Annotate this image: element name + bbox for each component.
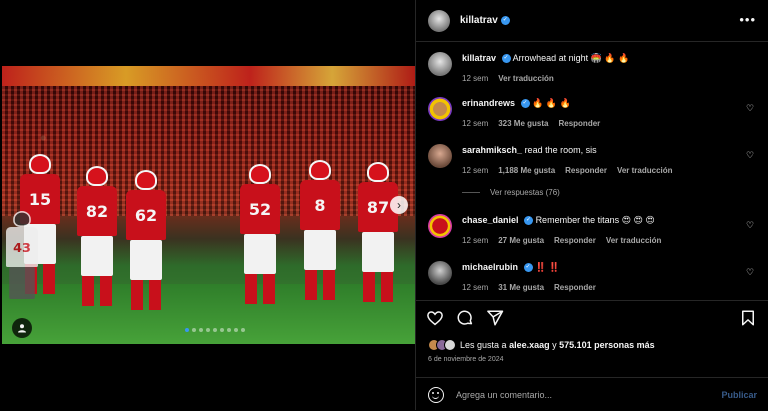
emoji-icon[interactable]	[428, 386, 444, 403]
carousel-dot	[199, 328, 203, 332]
actions-section: Les gusta a alee.xaag y 575.101 personas…	[416, 300, 768, 410]
post-media: 15 82 62 52 8 87 43 ›	[0, 0, 415, 410]
carousel-dot	[241, 328, 245, 332]
carousel-dot	[220, 328, 224, 332]
comment-likes[interactable]: 27 Me gusta	[498, 236, 544, 245]
next-arrow-icon[interactable]: ›	[390, 196, 408, 214]
comment-likes[interactable]: 1,188 Me gusta	[498, 166, 555, 175]
post-date[interactable]: 6 de noviembre de 2024	[428, 356, 504, 363]
comment-time[interactable]: 12 sem	[462, 119, 488, 128]
jersey-number: 43	[6, 227, 38, 267]
reply-button[interactable]: Responder	[558, 119, 600, 128]
comment-text: ‼️ ‼️	[535, 262, 560, 272]
heart-icon[interactable]: ♡	[746, 150, 756, 160]
carousel-dot	[206, 328, 210, 332]
reply-button[interactable]: Responder	[554, 283, 596, 292]
post-photo[interactable]: 15 82 62 52 8 87 43	[2, 66, 415, 344]
reply-button[interactable]: Responder	[565, 166, 607, 175]
carousel-dots	[185, 328, 245, 332]
avatar[interactable]	[428, 9, 450, 32]
heart-icon[interactable]: ♡	[746, 220, 756, 230]
comment-text: Remember the titans 😍 😍 😍	[535, 215, 655, 225]
comment-icon[interactable]	[456, 309, 474, 329]
jersey-number: 82	[77, 186, 117, 236]
publish-button[interactable]: Publicar	[721, 390, 757, 400]
comment-text: 🔥 🔥 🔥	[532, 98, 571, 108]
comment-time[interactable]: 12 sem	[462, 236, 488, 245]
player: 8	[300, 160, 340, 310]
comment-form: Publicar	[416, 377, 768, 411]
avatar[interactable]	[428, 97, 452, 121]
avatar[interactable]	[428, 214, 452, 238]
caption-text: Arrowhead at night 🏟️ 🔥 🔥	[512, 53, 630, 63]
likes-user[interactable]: alee.xaag	[509, 340, 550, 350]
likes-prefix: Les gusta a	[460, 340, 507, 350]
translate-link[interactable]: Ver traducción	[498, 74, 554, 83]
share-icon[interactable]	[486, 309, 504, 329]
player: 62	[126, 170, 166, 320]
reply-button[interactable]: Responder	[554, 236, 596, 245]
carousel-dot	[234, 328, 238, 332]
author-username[interactable]: killatrav	[460, 15, 498, 26]
comment-input[interactable]	[456, 389, 722, 400]
likes-middle: y	[552, 340, 557, 350]
comment-likes[interactable]: 31 Me gusta	[498, 283, 544, 292]
caption-username[interactable]: killatrav	[462, 53, 496, 63]
jersey-number: 52	[240, 184, 280, 234]
verified-icon: ✓	[524, 216, 534, 226]
avatar[interactable]	[428, 52, 452, 76]
player: 52	[240, 164, 280, 314]
translate-link[interactable]: Ver traducción	[617, 166, 673, 175]
translate-link[interactable]: Ver traducción	[606, 236, 662, 245]
likes-count[interactable]: 575.101 personas más	[559, 340, 655, 350]
verified-icon: ✓	[500, 16, 510, 25]
carousel-dot	[213, 328, 217, 332]
comment-text: read the room, sis	[524, 145, 597, 155]
heart-icon[interactable]: ♡	[746, 267, 756, 277]
comment-username[interactable]: michaelrubin	[462, 262, 518, 272]
comment-time[interactable]: 12 sem	[462, 166, 488, 175]
post-panel: killatrav ✓ ••• killatrav ✓ Arrowhead at…	[415, 0, 768, 410]
verified-icon: ✓	[501, 54, 511, 64]
player: 82	[77, 166, 117, 316]
comment-username[interactable]: chase_daniel	[462, 215, 519, 225]
view-replies[interactable]: Ver respuestas (76)	[462, 188, 560, 197]
heart-icon[interactable]	[426, 309, 444, 329]
post-header: killatrav ✓ •••	[416, 0, 768, 42]
caption-time[interactable]: 12 sem	[462, 74, 488, 83]
player: 43	[6, 211, 38, 331]
stadium-lights	[2, 66, 415, 86]
stadium-crowd	[2, 86, 415, 216]
heart-icon[interactable]: ♡	[746, 103, 756, 113]
comment-username[interactable]: sarahmiksch_	[462, 145, 522, 155]
avatar[interactable]	[428, 144, 452, 168]
view-replies-label[interactable]: Ver respuestas (76)	[490, 188, 560, 197]
turf	[2, 284, 415, 344]
avatar[interactable]	[428, 261, 452, 285]
comment-likes[interactable]: 323 Me gusta	[498, 119, 548, 128]
player: 87	[358, 162, 398, 312]
comment-time[interactable]: 12 sem	[462, 283, 488, 292]
carousel-dot	[192, 328, 196, 332]
jersey-number: 8	[300, 180, 340, 230]
verified-icon: ✓	[523, 263, 533, 273]
likes-summary: Les gusta a alee.xaag y 575.101 personas…	[428, 339, 655, 351]
avatar	[444, 339, 456, 351]
carousel-dot	[227, 328, 231, 332]
replies-divider	[462, 192, 480, 193]
save-icon[interactable]	[739, 309, 757, 329]
verified-icon: ✓	[520, 99, 530, 109]
comment-username[interactable]: erinandrews	[462, 98, 515, 108]
tag-people-icon[interactable]	[12, 318, 32, 338]
jersey-number: 62	[126, 190, 166, 240]
more-icon[interactable]: •••	[739, 12, 756, 27]
carousel-dot	[185, 328, 189, 332]
